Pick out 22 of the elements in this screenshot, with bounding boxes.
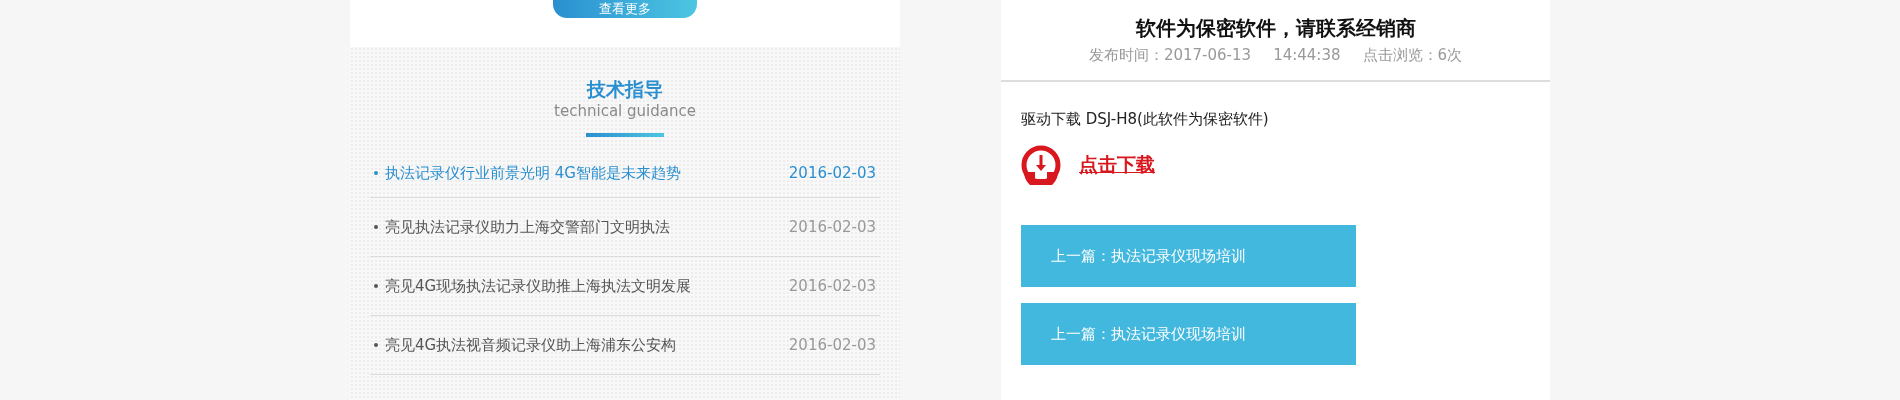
- view-more-button[interactable]: 查看更多: [553, 0, 697, 18]
- article-link[interactable]: 执法记录仪行业前景光明 4G智能是未来趋势: [385, 163, 789, 183]
- download-icon[interactable]: [1021, 145, 1061, 185]
- article-link[interactable]: 亮见执法记录仪助力上海交警部门文明执法: [385, 217, 789, 237]
- bullet-icon: [374, 343, 378, 347]
- meta-text: 14:44:38: [1273, 45, 1341, 66]
- article-date: 2016-02-03: [788, 336, 877, 354]
- article-date: 2016-02-03: [788, 277, 877, 295]
- section-title: 技术指导: [587, 77, 663, 101]
- article-date: 2016-02-03: [788, 164, 877, 182]
- bullet-icon: [374, 284, 378, 288]
- bullet-icon: [374, 225, 378, 229]
- download-link[interactable]: 点击下载: [1079, 152, 1155, 178]
- article-date: 2016-02-03: [788, 218, 877, 236]
- meta-text: 点击浏览：6次: [1362, 45, 1463, 66]
- article-text: 驱动下载 DSJ-H8(此软件为保密软件): [1020, 110, 1270, 129]
- bullet-icon: [374, 171, 378, 175]
- meta-text: 发布时间：2017-06-13: [1088, 45, 1252, 66]
- article-title: 软件为保密软件，请联系经销商: [1134, 15, 1417, 42]
- section-subtitle: technical guidance: [554, 101, 696, 121]
- article-link[interactable]: 亮见4G执法视音频记录仪助上海浦东公安构: [385, 335, 789, 355]
- article-link[interactable]: 亮见4G现场执法记录仪助推上海执法文明发展: [385, 276, 789, 296]
